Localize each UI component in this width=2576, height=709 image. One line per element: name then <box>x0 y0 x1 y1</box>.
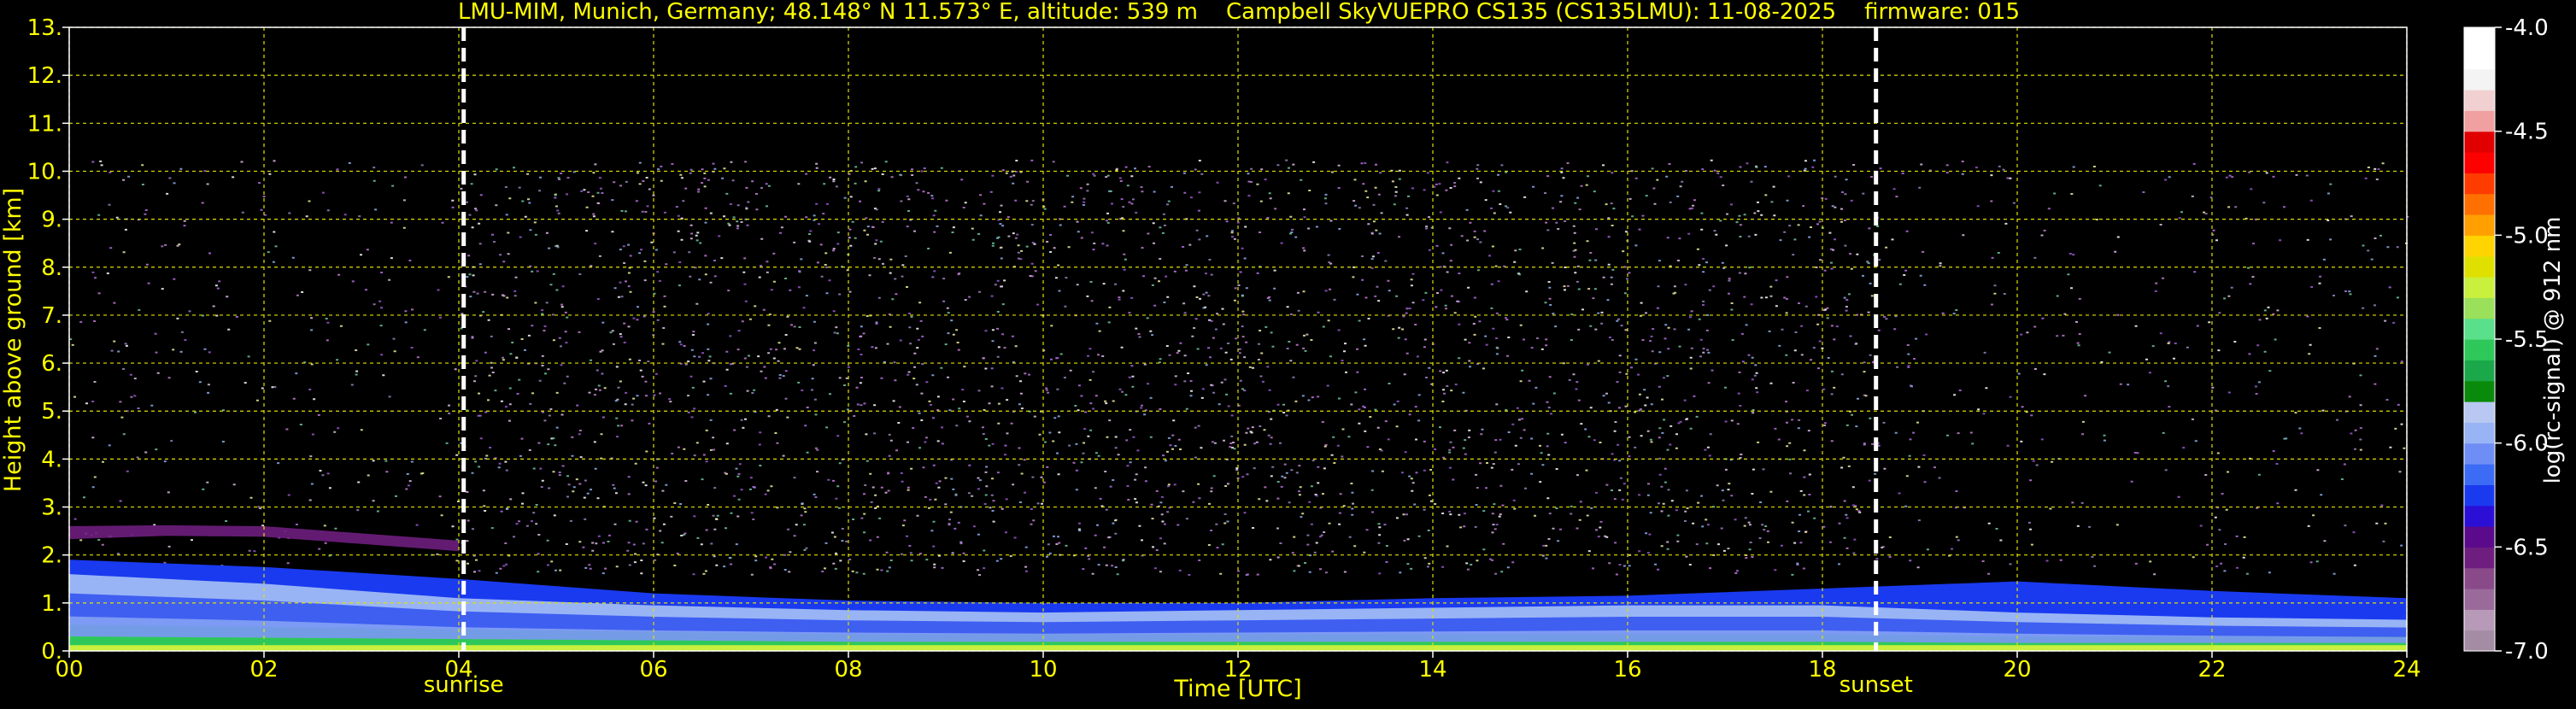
x-tick-label: 10 <box>1029 657 1057 683</box>
x-tick-label: 16 <box>1613 657 1641 683</box>
colorbar-segment <box>2464 90 2495 111</box>
y-tick-label: 4. <box>41 447 62 472</box>
y-tick-label: 6. <box>41 351 62 377</box>
y-tick-label: 3. <box>41 495 62 521</box>
colorbar-tick-label: -4.0 <box>2505 15 2549 41</box>
colorbar-segment <box>2464 339 2495 360</box>
colorbar-segment <box>2464 152 2495 173</box>
colorbar-segment <box>2464 360 2495 382</box>
colorbar-tick-label: -7.0 <box>2505 639 2549 665</box>
chart-svg: sunrise sunset 00 02 04 06 08 10 12 14 16 18 20 22 24… <box>0 0 2576 706</box>
colorbar-tick-label: -6.5 <box>2505 535 2549 560</box>
y-tick-label: 12. <box>27 63 62 89</box>
colorbar-segment <box>2464 193 2495 215</box>
x-tick-label: 04 <box>444 657 472 683</box>
y-tick-label: 0. <box>41 639 62 665</box>
x-tick-label: 14 <box>1418 657 1446 683</box>
x-axis-label: Time [UTC] <box>1173 676 1301 702</box>
y-tick-label: 8. <box>41 255 62 281</box>
y-tick-label: 7. <box>41 303 62 329</box>
y-tick-label: 9. <box>41 208 62 233</box>
ceilometer-chart: sunrise sunset 00 02 04 06 08 10 12 14 16 18 20 22 24… <box>0 0 2576 706</box>
colorbar-segment <box>2464 442 2495 465</box>
y-tick-label: 10. <box>27 159 62 185</box>
colorbar-segment <box>2464 630 2495 652</box>
y-tick-label: 5. <box>41 399 62 425</box>
colorbar-segment <box>2464 68 2495 91</box>
colorbar-segment <box>2464 318 2495 340</box>
colorbar-segment <box>2464 505 2495 527</box>
sunset-label: sunset <box>1840 672 1913 698</box>
colorbar-segment <box>2464 401 2495 423</box>
y-tick-label: 13. <box>27 15 62 41</box>
colorbar-segment <box>2464 464 2495 485</box>
colorbar-segment <box>2464 277 2495 298</box>
y-tick-label: 11. <box>27 111 62 137</box>
colorbar-segment <box>2464 380 2495 402</box>
colorbar-segment <box>2464 214 2495 236</box>
colorbar-segment <box>2464 567 2495 589</box>
colorbar-segment <box>2464 422 2495 444</box>
colorbar-segment <box>2464 255 2495 278</box>
y-tick-label: 1. <box>41 591 62 617</box>
chart-title: LMU-MIM, Munich, Germany; 48.148° N 11.5… <box>458 0 2020 25</box>
colorbar-tick-label: -4.5 <box>2505 120 2549 145</box>
x-tick-label: 02 <box>249 657 278 683</box>
colorbar-segment <box>2464 297 2495 319</box>
colorbar-segment <box>2464 484 2495 507</box>
colorbar-segment <box>2464 609 2495 631</box>
colorbar-label: log(rc-signal) @ 912 nm <box>2540 217 2566 484</box>
colorbar-segment <box>2464 110 2495 132</box>
x-tick-label: 24 <box>2392 657 2421 683</box>
colorbar-segment <box>2464 48 2495 70</box>
x-tick-label: 22 <box>2198 657 2226 683</box>
x-tick-label: 18 <box>1808 657 1836 683</box>
colorbar-segment <box>2464 589 2495 610</box>
colorbar-segment <box>2464 173 2495 195</box>
colorbar-segment <box>2464 526 2495 548</box>
x-tick-label: 08 <box>834 657 862 683</box>
x-tick-label: 06 <box>639 657 667 683</box>
colorbar-segment <box>2464 235 2495 257</box>
colorbar-segment <box>2464 547 2495 569</box>
y-axis-label: Height above ground [km] <box>0 188 26 492</box>
y-tick-label: 2. <box>41 543 62 569</box>
x-tick-label: 20 <box>2003 657 2031 683</box>
colorbar-segment <box>2464 27 2495 49</box>
colorbar-segment <box>2464 131 2495 153</box>
